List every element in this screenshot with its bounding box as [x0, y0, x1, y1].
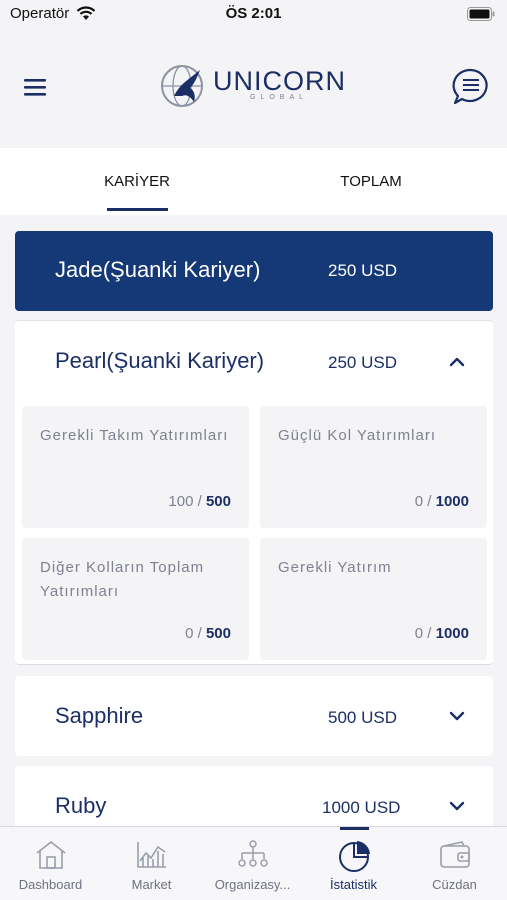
chevron-down-icon[interactable] — [447, 706, 467, 726]
requirement-label: Gerekli Yatırım — [278, 559, 392, 576]
career-amount: 250 USD — [328, 353, 397, 372]
logo-wordmark: UNICORN — [213, 66, 346, 96]
chart-icon — [137, 842, 166, 868]
requirement-box: Gerekli Takım Yatırımları 100 / 500 — [22, 406, 249, 528]
status-bar: Operatör ÖS 2:01 — [0, 0, 507, 30]
clock: ÖS 2:01 — [225, 5, 282, 22]
nav-label: Dashboard — [18, 877, 83, 892]
nav-market[interactable]: Market — [101, 827, 202, 900]
nav-label: Market — [131, 877, 172, 892]
nav-organizasyon[interactable]: Organizasy... — [202, 827, 303, 900]
career-amount: 1000 USD — [322, 798, 401, 817]
requirement-label: Diğer Kolların Toplam Yatırımları — [40, 559, 205, 600]
requirement-box: Güçlü Kol Yatırımları 0 / 1000 — [260, 406, 487, 528]
org-tree-icon — [238, 840, 268, 867]
nav-label: Cüzdan — [432, 877, 477, 892]
nav-cuzdan[interactable]: Cüzdan — [404, 827, 505, 900]
requirement-box: Diğer Kolların Toplam Yatırımları 0 / 50… — [22, 538, 249, 660]
tab-kariyer[interactable]: KARİYER — [92, 173, 182, 190]
app-header: UNICORN GLOBAL — [0, 30, 507, 148]
active-tab-indicator — [107, 208, 168, 211]
pie-chart-icon — [339, 841, 370, 872]
career-name: Jade(Şuanki Kariyer) — [55, 257, 261, 282]
chevron-up-icon[interactable] — [447, 352, 467, 372]
career-card-current[interactable]: Jade(Şuanki Kariyer) 250 USD — [15, 231, 493, 311]
career-card-expanded: Pearl(Şuanki Kariyer) 250 USD Gerekli Ta… — [15, 320, 493, 665]
requirement-label: Güçlü Kol Yatırımları — [278, 427, 436, 444]
requirement-progress: 0 / 1000 — [414, 625, 469, 642]
logo-subtitle: GLOBAL — [250, 94, 309, 101]
nav-istatistik[interactable]: İstatistik — [303, 827, 404, 900]
bottom-navigation: Dashboard Market Organizasy... İstatisti… — [0, 826, 507, 900]
career-name: Pearl(Şuanki Kariyer) — [55, 348, 265, 373]
requirement-progress: 100 / 500 — [168, 493, 231, 510]
battery-icon — [467, 7, 495, 21]
requirement-label: Gerekli Takım Yatırımları — [40, 427, 229, 444]
career-card-sapphire[interactable]: Sapphire 500 USD — [15, 676, 493, 756]
wallet-icon — [440, 841, 470, 868]
requirement-progress: 0 / 500 — [185, 625, 231, 642]
requirement-progress: 0 / 1000 — [414, 493, 469, 510]
career-amount: 250 USD — [328, 261, 397, 280]
career-name: Sapphire — [55, 703, 144, 728]
nav-dashboard[interactable]: Dashboard — [0, 827, 101, 900]
career-name: Ruby — [55, 793, 107, 818]
tab-toplam[interactable]: TOPLAM — [326, 173, 416, 190]
requirement-box: Gerekli Yatırım 0 / 1000 — [260, 538, 487, 660]
chat-support-icon[interactable] — [452, 68, 490, 106]
globe-pegasus-icon — [161, 65, 203, 107]
nav-label: İstatistik — [330, 877, 377, 892]
chevron-down-icon[interactable] — [447, 796, 467, 816]
unicorn-global-logo: UNICORN GLOBAL — [160, 62, 350, 112]
home-icon — [36, 840, 66, 869]
career-amount: 500 USD — [328, 708, 397, 727]
nav-label: Organizasy... — [214, 877, 291, 892]
tab-bar: KARİYER TOPLAM — [0, 148, 507, 215]
hamburger-menu-icon[interactable] — [22, 76, 48, 98]
